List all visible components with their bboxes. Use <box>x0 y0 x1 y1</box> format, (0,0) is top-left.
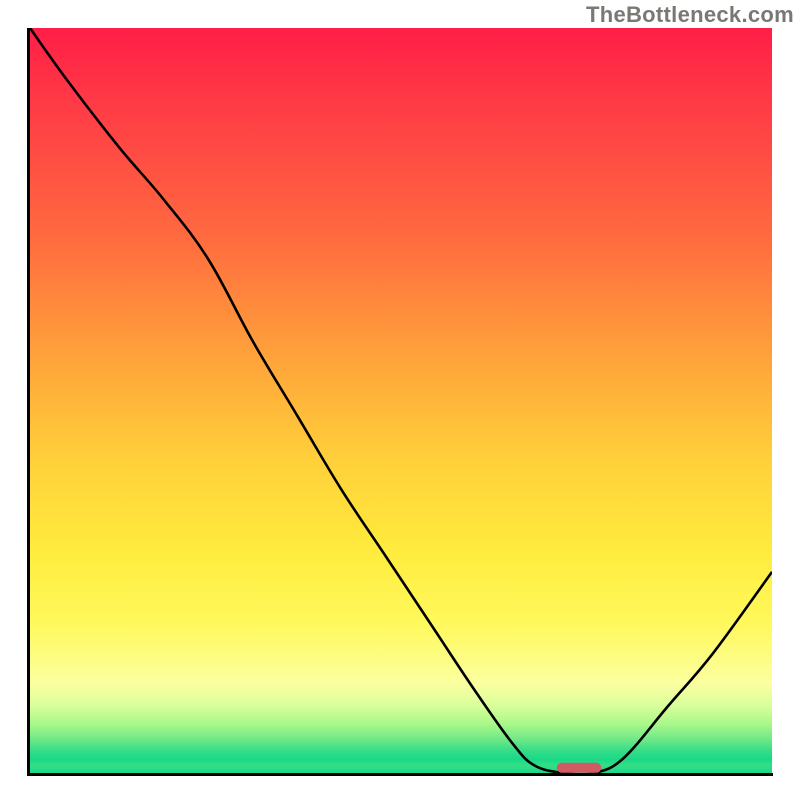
curve-svg <box>30 28 772 773</box>
chart-stage: TheBottleneck.com <box>0 0 800 800</box>
y-axis-line <box>27 28 30 776</box>
plot-area <box>30 28 772 773</box>
optimum-marker <box>557 763 602 773</box>
watermark-label: TheBottleneck.com <box>586 2 794 28</box>
x-axis-line <box>27 773 773 776</box>
bottleneck-curve <box>30 28 772 773</box>
